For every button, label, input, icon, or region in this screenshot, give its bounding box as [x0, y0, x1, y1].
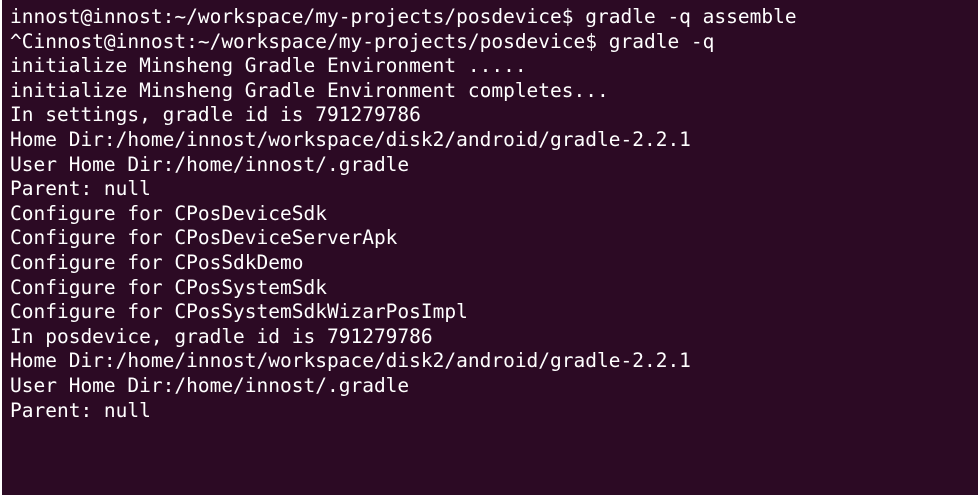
terminal-line: Configure for CPosSdkDemo [10, 250, 304, 274]
terminal-line-prompt-2: ^Cinnost@innost:~/workspace/my-projects/… [10, 29, 715, 53]
terminal-line: User Home Dir:/home/innost/.gradle [10, 373, 410, 397]
terminal-line: Home Dir:/home/innost/workspace/disk2/an… [10, 349, 691, 373]
terminal-line: In posdevice, gradle id is 791279786 [10, 324, 433, 348]
terminal-line: Home Dir:/home/innost/workspace/disk2/an… [10, 127, 691, 151]
terminal-window[interactable]: innost@innost:~/workspace/my-projects/po… [0, 0, 978, 495]
terminal-line: Configure for CPosDeviceSdk [10, 201, 327, 225]
terminal-line: Configure for CPosSystemSdk [10, 275, 327, 299]
terminal-line: Configure for CPosSystemSdkWizarPosImpl [10, 300, 468, 324]
terminal-line: Parent: null [10, 398, 151, 422]
terminal-top-edge [2, 0, 978, 4]
terminal-line: Configure for CPosDeviceServerApk [10, 226, 398, 250]
terminal-line: In settings, gradle id is 791279786 [10, 103, 421, 127]
terminal-output[interactable]: innost@innost:~/workspace/my-projects/po… [10, 5, 797, 423]
terminal-line: User Home Dir:/home/innost/.gradle [10, 152, 410, 176]
terminal-line: initialize Minsheng Gradle Environment c… [10, 78, 609, 102]
terminal-line: initialize Minsheng Gradle Environment .… [10, 54, 527, 78]
terminal-line: Parent: null [10, 177, 151, 201]
terminal-line-prompt-1: innost@innost:~/workspace/my-projects/po… [10, 5, 797, 28]
